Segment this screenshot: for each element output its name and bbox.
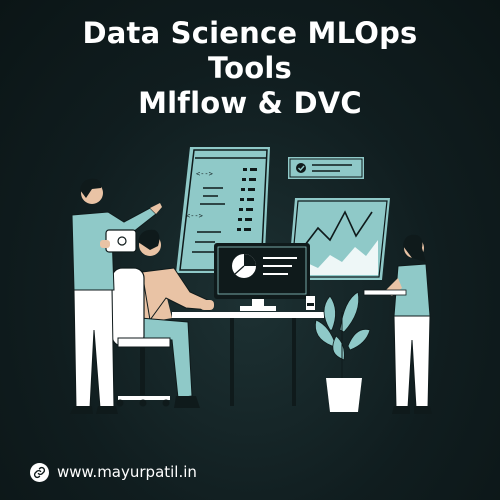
desk [172, 312, 324, 406]
svg-text:<-->: <--> [196, 170, 213, 178]
laptop-icon [363, 289, 407, 296]
potted-plant-icon [314, 291, 371, 412]
illustration: <--> <--> [70, 147, 432, 414]
mug [306, 296, 315, 310]
footer: www.mayurpatil.in [30, 457, 197, 487]
website-link[interactable]: www.mayurpatil.in [57, 463, 197, 481]
link-icon [30, 462, 49, 482]
monitor-icon [214, 243, 310, 311]
svg-text:<-->: <--> [186, 212, 203, 220]
pie-chart-icon [232, 254, 256, 278]
tablet-icon [105, 229, 137, 253]
check-card-icon [288, 157, 364, 179]
